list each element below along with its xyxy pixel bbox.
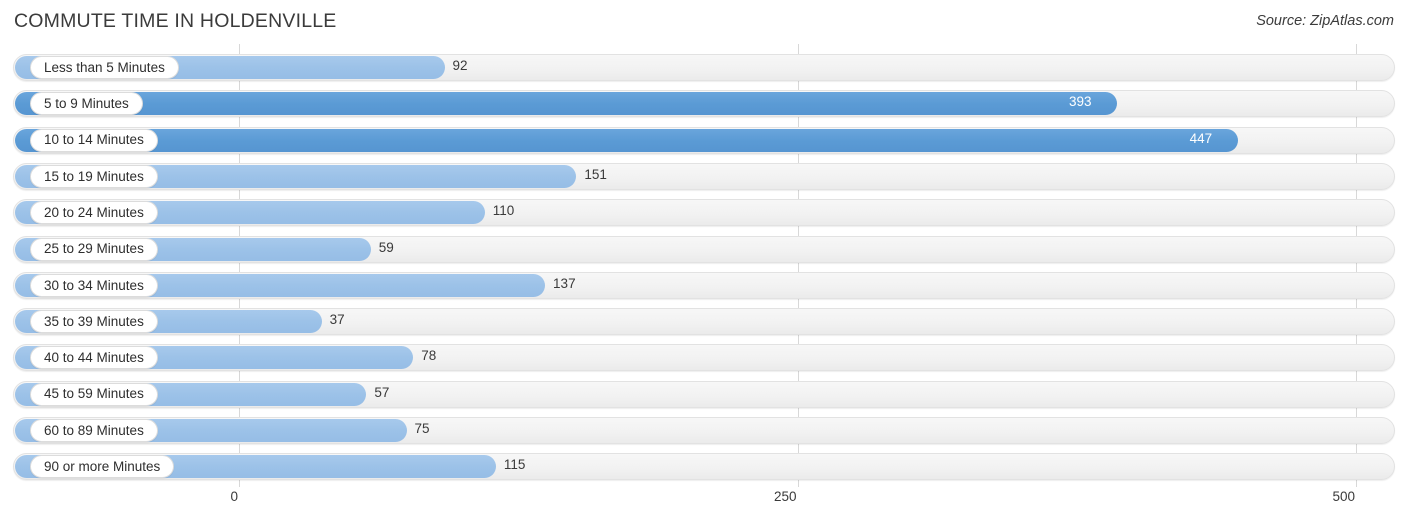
category-label: 35 to 39 Minutes [44,313,144,329]
category-label: 10 to 14 Minutes [44,132,144,148]
category-label: 25 to 29 Minutes [44,241,144,257]
category-label-pill: 30 to 34 Minutes [30,273,158,297]
bar-value-label: 110 [492,203,515,219]
bar-row[interactable]: 37 35 to 39 Minutes [13,308,1395,336]
bar-value-label: 75 [414,421,430,436]
page-title: COMMUTE TIME IN HOLDENVILLE [14,10,337,32]
bar-row[interactable]: 115 90 or more Minutes [13,453,1395,481]
bar-value-label: 59 [378,239,394,255]
bar-value-label: 37 [329,312,345,328]
chart-header: COMMUTE TIME IN HOLDENVILLE Source: ZipA… [0,0,1406,44]
source-attribution: Source: ZipAtlas.com [1256,13,1394,29]
bar-value-label: 115 [503,457,526,473]
category-label: 60 to 89 Minutes [44,422,144,438]
x-axis: 0 250 500 [0,487,1406,523]
category-label-pill: Less than 5 Minutes [30,56,179,79]
category-label-pill: 40 to 44 Minutes [30,346,158,370]
bar-value-label: 151 [584,166,607,182]
bar-row[interactable]: 110 20 to 24 Minutes [13,199,1395,227]
bar-value-label: 393 [1068,94,1092,110]
bar-row[interactable]: 59 25 to 29 Minutes [13,235,1395,263]
x-tick-label: 0 [230,489,238,504]
bar-row[interactable]: 78 40 to 44 Minutes [13,344,1395,372]
chart-plot-area: 92 Less than 5 Minutes 393 5 to 9 Minutes 44… [0,44,1406,487]
bar-value-label: 78 [421,348,437,364]
bar-row[interactable]: 57 45 to 59 Minutes [13,380,1395,408]
category-label: 45 to 59 Minutes [44,386,144,402]
bar-row[interactable]: 137 30 to 34 Minutes [13,271,1395,299]
bar-value-label: 447 [1189,130,1213,146]
x-tick-label: 250 [773,489,797,504]
bar-row[interactable]: 151 15 to 19 Minutes [13,162,1395,190]
bar-row[interactable]: 75 60 to 89 Minutes [13,417,1395,444]
bar-value-label: 57 [374,384,390,400]
bar-row[interactable]: 447 10 to 14 Minutes [13,126,1395,154]
bar-rows: 92 Less than 5 Minutes 393 5 to 9 Minutes 44… [0,44,1406,487]
category-label: 5 to 9 Minutes [44,96,129,112]
category-label-pill: 45 to 59 Minutes [30,382,158,406]
category-label: 30 to 34 Minutes [44,277,144,293]
x-tick-label: 500 [1332,489,1355,504]
category-label: 15 to 19 Minutes [44,168,144,184]
bar-row[interactable]: 92 Less than 5 Minutes [13,54,1395,81]
category-label: Less than 5 Minutes [44,59,165,75]
category-label-pill: 25 to 29 Minutes [30,237,158,261]
category-label: 20 to 24 Minutes [44,204,144,220]
value-bar[interactable] [15,92,1117,116]
category-label-pill: 15 to 19 Minutes [30,164,158,188]
bar-value-label: 137 [553,275,576,291]
category-label-pill: 20 to 24 Minutes [30,201,158,225]
value-bar[interactable] [15,128,1238,152]
category-label-pill: 90 or more Minutes [30,455,175,479]
bar-value-label: 92 [452,58,468,73]
category-label: 40 to 44 Minutes [44,350,144,366]
bar-row[interactable]: 393 5 to 9 Minutes [13,90,1395,118]
category-label-pill: 10 to 14 Minutes [30,128,158,152]
category-label-pill: 35 to 39 Minutes [30,310,158,334]
category-label: 90 or more Minutes [44,459,161,475]
category-label-pill: 60 to 89 Minutes [30,419,158,442]
category-label-pill: 5 to 9 Minutes [30,92,143,116]
